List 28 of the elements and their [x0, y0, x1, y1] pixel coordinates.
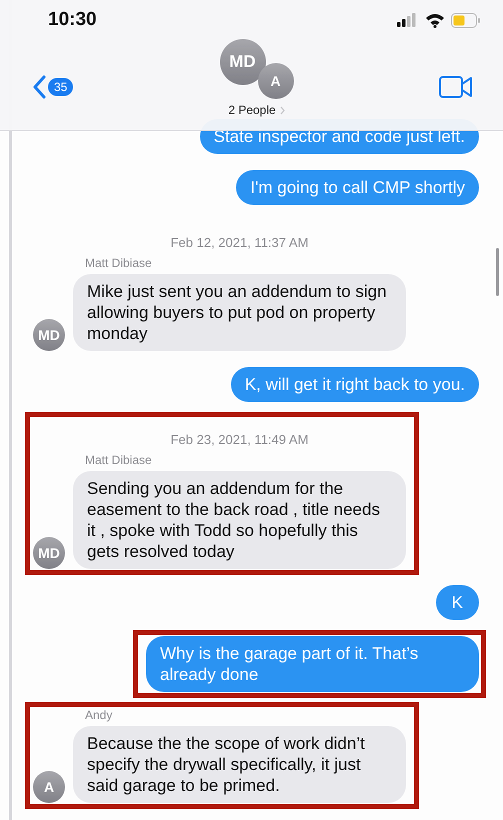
- message-timestamp: Feb 12, 2021, 11:37 AM: [170, 235, 308, 250]
- message-bubble: I'm going to call CMP shortly: [236, 170, 479, 205]
- avatar: A: [33, 771, 65, 803]
- message-bubble: K: [436, 585, 479, 620]
- message-bubble: Mike just sent you an addendum to sign allowing buyers to put pod on property monday: [73, 274, 406, 351]
- message-bubble: Why is the garage part of it. That’s already done: [146, 636, 479, 692]
- message-timestamp: Feb 23, 2021, 11:49 AM: [170, 432, 308, 447]
- group-info-button[interactable]: MD A 2 People: [210, 39, 294, 117]
- unread-count-badge: 35: [48, 78, 74, 96]
- sender-name: Matt Dibiase: [85, 453, 153, 467]
- message-bubble: Because the the scope of work didn’t specify the drywall specifically, it just said garage to be primed.: [73, 726, 406, 803]
- message-bubble: Sending you an addendum for the easement to the back road , title needs it , spoke with Todd so hopefully this gets resolved today: [73, 471, 406, 569]
- avatar: MD: [220, 39, 266, 85]
- chevron-left-icon: [32, 75, 46, 99]
- sender-name: Matt Dibiase: [85, 256, 153, 270]
- avatar: MD: [33, 319, 65, 351]
- scroll-indicator: [496, 248, 499, 296]
- back-button[interactable]: 35: [32, 75, 74, 99]
- wifi-icon: [425, 12, 445, 28]
- sender-name: Andy: [85, 708, 114, 722]
- message-bubble: K, will get it right back to you.: [230, 367, 479, 402]
- status-time: 10:30: [48, 9, 97, 31]
- battery-icon: [451, 12, 481, 28]
- video-call-icon[interactable]: [439, 76, 473, 98]
- avatar: A: [258, 63, 294, 99]
- group-title: 2 People: [228, 103, 276, 117]
- avatar: MD: [33, 537, 65, 569]
- chevron-right-icon: [280, 106, 285, 114]
